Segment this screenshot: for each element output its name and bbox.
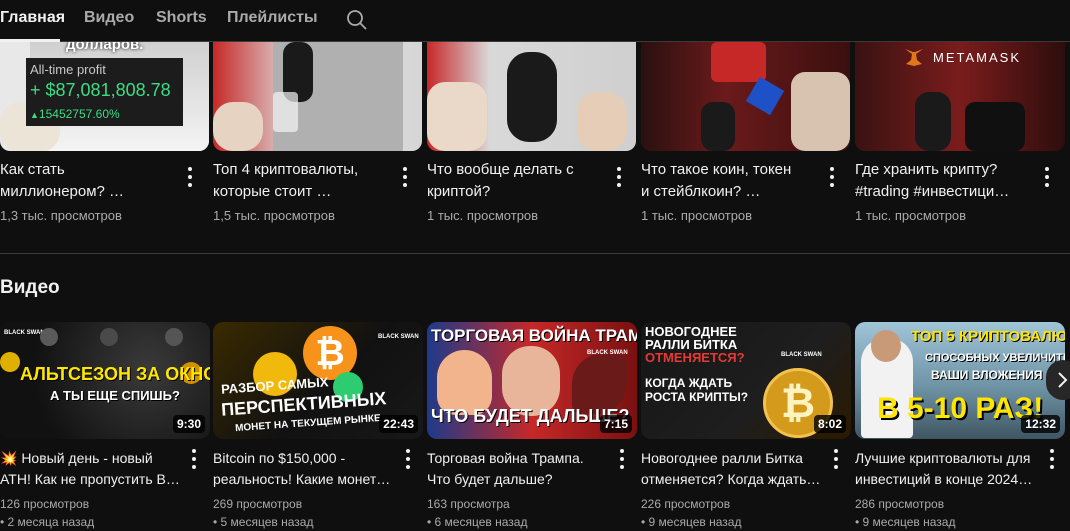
thumb-brand: BLACK SWAN — [781, 352, 822, 358]
tab-videos[interactable]: Видео — [84, 9, 134, 27]
profit-percent: ▲15452757.60% — [30, 107, 120, 121]
section-divider — [0, 253, 1070, 254]
face — [871, 330, 901, 362]
short-menu-button-4[interactable] — [824, 165, 840, 189]
tab-shorts[interactable]: Shorts — [156, 9, 207, 27]
thumb-subline: ВАШИ ВЛОЖЕНИЯ — [931, 368, 1043, 382]
coin-icon — [100, 328, 118, 346]
carousel-next-button[interactable] — [1046, 360, 1070, 400]
chevron-right-icon — [1058, 372, 1068, 388]
short-thumbnail-2[interactable] — [213, 42, 422, 151]
dot-separator: • — [641, 515, 649, 529]
dot-separator: • — [855, 515, 863, 529]
thumb-headline: ТОРГОВАЯ ВОЙНА ТРАМПА — [431, 326, 637, 345]
video-title-1[interactable]: 💥 Новый день - новый ATH! Как не пропуст… — [0, 448, 185, 490]
video-duration-1: 9:30 — [172, 415, 205, 433]
short-title-4[interactable]: Что такое коин, токен и стейблкоин? … — [641, 159, 816, 203]
short-thumbnail-1[interactable]: долларов. All-time profit + $87,081,808.… — [0, 42, 209, 151]
video-views-3: 163 просмотра — [427, 497, 510, 511]
video-age-2: • 5 месяцев назад — [213, 515, 314, 529]
short-menu-button-5[interactable] — [1039, 165, 1055, 189]
bird — [572, 354, 627, 414]
dot-separator: • — [0, 515, 8, 529]
video-title-4[interactable]: Новогоднее ралли Битка отменяется? Когда… — [641, 448, 826, 490]
coin-icon — [0, 352, 20, 372]
videos-section-title[interactable]: Видео — [0, 277, 60, 299]
short-views-2: 1,5 тыс. просмотров — [213, 208, 335, 223]
channel-tabs: Главная Видео Shorts Плейлисты — [0, 0, 1070, 42]
thumb-headline: В 5-10 РАЗ! — [877, 392, 1044, 425]
short-views-3: 1 тыс. просмотров — [427, 208, 539, 223]
video-menu-button-2[interactable] — [400, 447, 416, 471]
profit-label: All-time profit — [30, 62, 106, 77]
video-duration-5: 12:32 — [1021, 415, 1060, 433]
video-views-4: 226 просмотров — [641, 497, 731, 511]
video-thumbnail-5[interactable]: ТОП 5 КРИПТОВАЛЮТ СПОСОБНЫХ УВЕЛИЧИТЬ ВА… — [855, 322, 1065, 439]
thumb-subline: А ТЫ ЕЩЕ СПИШЬ? — [50, 388, 180, 403]
thumb-subline: РОСТА КРИПТЫ? — [645, 390, 749, 404]
tab-playlists[interactable]: Плейлисты — [227, 9, 318, 27]
search-icon — [347, 10, 367, 30]
short-thumbnail-5[interactable]: METAMASK — [855, 42, 1065, 151]
short-title-3[interactable]: Что вообще делать с криптой? — [427, 159, 602, 203]
video-age-4: • 9 месяцев назад — [641, 515, 742, 529]
tab-home[interactable]: Главная — [0, 9, 65, 27]
video-thumbnail-4[interactable]: НОВОГОДНЕЕ РАЛЛИ БИТКА ОТМЕНЯЕТСЯ? BLACK… — [641, 322, 851, 439]
profit-card: All-time profit + $87,081,808.78 ▲154527… — [26, 58, 183, 126]
short-title-2[interactable]: Топ 4 криптовалюты, которые стоит … — [213, 159, 388, 203]
video-views-5: 286 просмотров — [855, 497, 945, 511]
short-views-1: 1,3 тыс. просмотров — [0, 208, 122, 223]
thumb-brand: BLACK SWAN — [378, 334, 419, 340]
short-overlay-brand: METAMASK — [933, 50, 1021, 65]
video-age-1: • 2 месяца назад — [0, 515, 95, 529]
short-overlay-caption: долларов. — [66, 42, 144, 53]
thumb-brand: BLACK SWAN — [4, 330, 45, 336]
video-thumbnail-1[interactable]: BLACK SWAN АЛЬТСЕЗОН ЗА ОКНОМ А ТЫ ЕЩЕ С… — [0, 322, 210, 439]
channel-search-button[interactable] — [345, 8, 369, 32]
profit-value: + $87,081,808.78 — [30, 80, 171, 100]
short-thumbnail-3[interactable] — [427, 42, 636, 151]
active-tab-indicator — [0, 39, 60, 42]
short-menu-button-3[interactable] — [611, 165, 627, 189]
video-thumbnail-2[interactable]: ₿ BLACK SWAN РАЗБОР САМЫХ ПЕРСПЕКТИВНЫХ … — [213, 322, 423, 439]
short-views-5: 1 тыс. просмотров — [855, 208, 967, 223]
metamask-fox-icon — [905, 49, 923, 66]
video-menu-button-3[interactable] — [614, 447, 630, 471]
video-menu-button-5[interactable] — [1044, 447, 1060, 471]
short-menu-button-2[interactable] — [397, 165, 413, 189]
video-duration-3: 7:15 — [599, 415, 632, 433]
short-title-1[interactable]: Как стать миллионером? … — [0, 159, 175, 203]
dot-separator: • — [213, 515, 221, 529]
thumb-headline: АЛЬТСЕЗОН ЗА ОКНОМ — [20, 364, 210, 384]
video-menu-button-4[interactable] — [828, 447, 844, 471]
video-duration-4: 8:02 — [813, 415, 846, 433]
video-views-1: 126 просмотров — [0, 497, 90, 511]
coin-icon — [165, 328, 183, 346]
thumb-headline: ОТМЕНЯЕТСЯ? — [645, 350, 745, 365]
video-views-2: 269 просмотров — [213, 497, 303, 511]
thumb-subline: СПОСОБНЫХ УВЕЛИЧИТЬ — [925, 352, 1065, 364]
short-menu-button-1[interactable] — [182, 165, 198, 189]
video-title-5[interactable]: Лучшие криптовалюты для инвестиций в кон… — [855, 448, 1040, 490]
video-title-3[interactable]: Торговая война Трампа. Что будет дальше? — [427, 448, 612, 490]
short-thumbnail-4[interactable] — [641, 42, 850, 151]
thumb-subline: КОГДА ЖДАТЬ — [645, 376, 733, 390]
video-thumbnail-3[interactable]: ТОРГОВАЯ ВОЙНА ТРАМПА BLACK SWAN ЧТО БУД… — [427, 322, 637, 439]
video-age-3: • 6 месяцев назад — [427, 515, 528, 529]
dot-separator: • — [427, 515, 435, 529]
coin-icon — [40, 328, 58, 346]
video-menu-button-1[interactable] — [186, 447, 202, 471]
video-title-2[interactable]: Bitcoin по $150,000 - реальность! Какие … — [213, 448, 398, 490]
short-views-4: 1 тыс. просмотров — [641, 208, 753, 223]
thumb-headline: ТОП 5 КРИПТОВАЛЮТ — [911, 328, 1065, 345]
arrow-up-icon: ▲ — [30, 110, 39, 120]
short-title-5[interactable]: Где хранить крипту? #trading #инвестици… — [855, 159, 1030, 203]
video-age-5: • 9 месяцев назад — [855, 515, 956, 529]
video-duration-2: 22:43 — [379, 415, 418, 433]
